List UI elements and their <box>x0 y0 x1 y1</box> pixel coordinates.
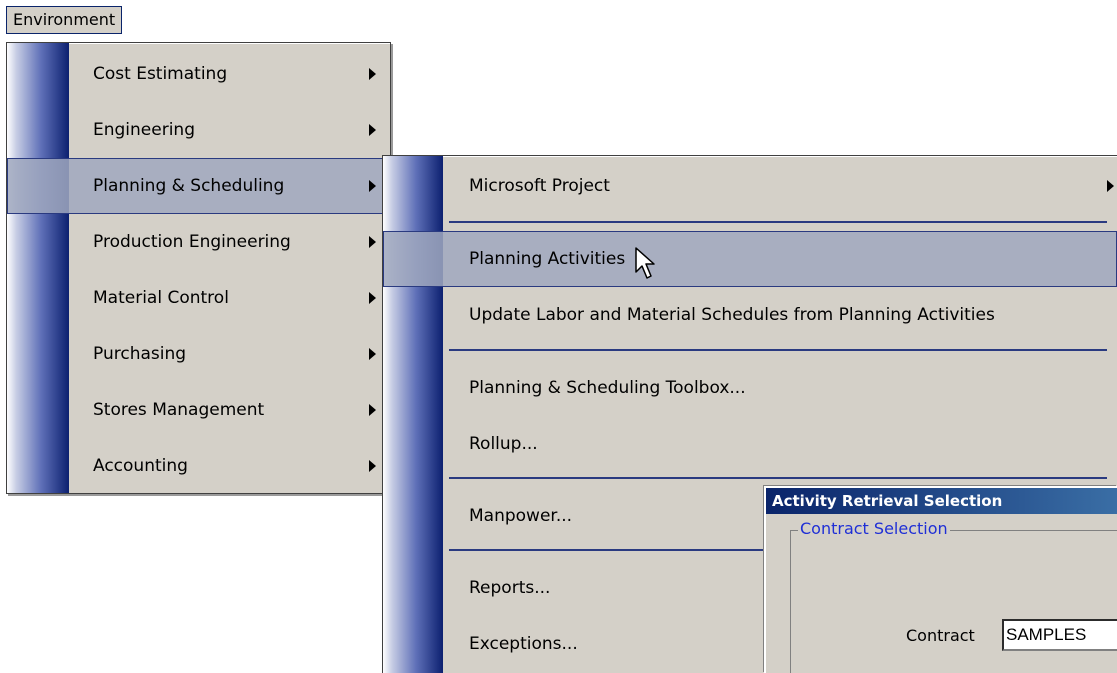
submenu-arrow-icon <box>369 124 376 136</box>
dialog-title: Activity Retrieval Selection <box>766 488 1117 514</box>
menu-item-planning-scheduling[interactable]: Planning & Scheduling <box>7 158 390 214</box>
menu-item-label: Planning & Scheduling Toolbox... <box>469 378 746 398</box>
menu-item-label: Planning Activities <box>469 249 626 269</box>
menu-item-material-control[interactable]: Material Control <box>7 270 390 326</box>
menu-item-production-engineering[interactable]: Production Engineering <box>7 214 390 270</box>
contract-label: Contract <box>906 626 975 645</box>
submenu-arrow-icon <box>369 292 376 304</box>
menu-separator <box>449 349 1107 351</box>
menu-item-label: Reports... <box>469 578 551 598</box>
menu-item-label: Purchasing <box>93 344 187 364</box>
submenu-arrow-icon <box>1107 180 1114 192</box>
menu-item-microsoft-project[interactable]: Microsoft Project <box>383 158 1117 214</box>
menu-item-label: Manpower... <box>469 506 573 526</box>
menu-item-rollup[interactable]: Rollup... <box>383 416 1117 472</box>
menu-item-label: Cost Estimating <box>93 64 228 84</box>
environment-menu: Cost Estimating Engineering Planning & S… <box>6 42 391 494</box>
menu-item-label: Production Engineering <box>93 232 291 252</box>
menubar-environment[interactable]: Environment <box>6 6 123 34</box>
submenu-arrow-icon <box>369 180 376 192</box>
menu-item-label: Rollup... <box>469 434 538 454</box>
submenu-arrow-icon <box>369 348 376 360</box>
mouse-pointer-icon <box>635 247 655 279</box>
menu-item-planning-activities[interactable]: Planning Activities <box>383 231 1117 287</box>
menu-separator <box>449 221 1107 223</box>
activity-retrieval-dialog: Activity Retrieval Selection Contract Se… <box>764 486 1117 673</box>
menu-item-label: Exceptions... <box>469 634 578 654</box>
contract-field[interactable]: SAMPLES <box>1002 619 1117 651</box>
submenu-arrow-icon <box>369 460 376 472</box>
menu-item-engineering[interactable]: Engineering <box>7 102 390 158</box>
menu-item-planning-scheduling-toolbox[interactable]: Planning & Scheduling Toolbox... <box>383 360 1117 416</box>
submenu-arrow-icon <box>369 236 376 248</box>
group-title: Contract Selection <box>798 519 950 538</box>
submenu-arrow-icon <box>369 68 376 80</box>
menu-separator <box>449 477 1107 479</box>
menu-item-label: Accounting <box>93 456 188 476</box>
menu-item-label: Engineering <box>93 120 195 140</box>
contract-selection-group <box>790 530 1117 673</box>
menu-item-label: Microsoft Project <box>469 176 610 196</box>
menu-item-cost-estimating[interactable]: Cost Estimating <box>7 46 390 102</box>
menu-item-label: Update Labor and Material Schedules from… <box>469 305 995 325</box>
menu-item-stores-management[interactable]: Stores Management <box>7 382 390 438</box>
menu-item-label: Stores Management <box>93 400 265 420</box>
menu-item-purchasing[interactable]: Purchasing <box>7 326 390 382</box>
menu-item-accounting[interactable]: Accounting <box>7 438 390 494</box>
menu-item-label: Planning & Scheduling <box>93 176 285 196</box>
submenu-arrow-icon <box>369 404 376 416</box>
menu-item-update-labor-material[interactable]: Update Labor and Material Schedules from… <box>383 287 1117 343</box>
menu-item-label: Material Control <box>93 288 229 308</box>
